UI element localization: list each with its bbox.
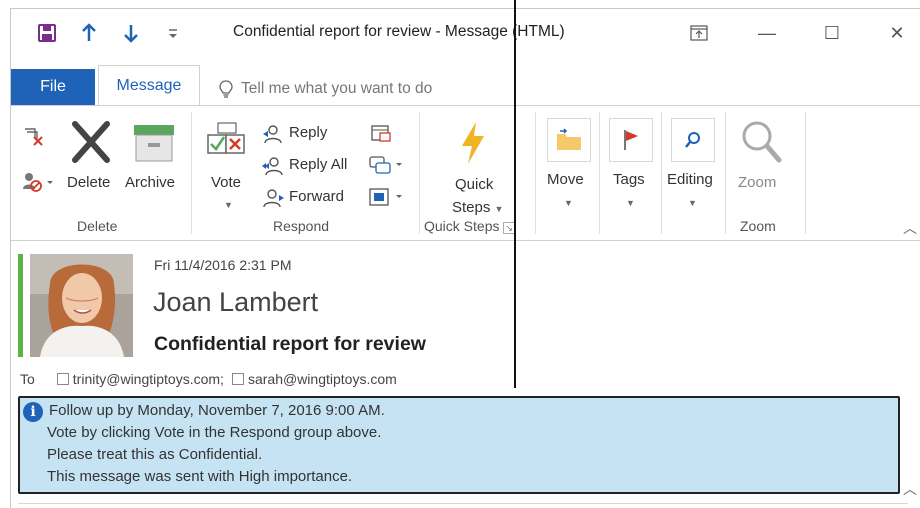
recipients-row: To trinity@wingtiptoys.com; sarah@wingti… — [20, 371, 397, 387]
info-line-importance: This message was sent with High importan… — [47, 468, 353, 485]
find-icon[interactable] — [671, 118, 715, 162]
quick-steps-label-line1[interactable]: Quick — [455, 176, 493, 193]
archive-button[interactable]: Archive — [125, 174, 175, 191]
respond-group-label: Respond — [273, 218, 330, 234]
tags-dropdown-icon[interactable]: ▼ — [626, 198, 635, 208]
message-subject: Confidential report for review — [154, 333, 426, 355]
recipient-checkbox[interactable] — [231, 373, 244, 385]
reply-all-icon — [261, 156, 285, 176]
lightning-bolt-icon[interactable] — [457, 120, 489, 166]
to-label: To — [20, 371, 35, 387]
archive-box-icon[interactable] — [129, 120, 179, 164]
quick-steps-label-line2[interactable]: Steps ▼ — [452, 199, 503, 216]
delete-x-icon[interactable] — [67, 118, 115, 166]
tell-me-text: Tell me what you want to do — [241, 80, 433, 97]
delete-group-label: Delete — [77, 218, 118, 234]
zoom-magnifier-icon[interactable] — [735, 116, 785, 166]
vote-button[interactable]: Vote — [211, 174, 241, 191]
flag-icon[interactable] — [609, 118, 653, 162]
importance-bar — [18, 254, 23, 357]
save-icon[interactable] — [37, 23, 57, 43]
junk-icon[interactable] — [19, 170, 59, 194]
message-header: Fri 11/4/2016 2:31 PM Joan Lambert Confi… — [11, 241, 920, 508]
tell-me-box[interactable]: Tell me what you want to do — [219, 80, 432, 98]
callout-line — [514, 0, 516, 388]
down-arrow-icon[interactable] — [123, 23, 139, 43]
zoom-button[interactable]: Zoom — [738, 174, 776, 191]
tags-button[interactable]: Tags — [613, 171, 645, 188]
up-arrow-icon[interactable] — [81, 23, 97, 43]
meeting-icon[interactable] — [369, 122, 393, 144]
editing-button[interactable]: Editing — [667, 171, 713, 188]
outlook-message-window: Confidential report for review - Message… — [10, 8, 920, 508]
vote-icon[interactable] — [205, 120, 249, 164]
info-line-vote: Vote by clicking Vote in the Respond gro… — [47, 424, 382, 441]
ribbon: Delete Archive Delete Vote ▼ Reply Reply… — [11, 105, 920, 241]
im-reply-icon[interactable] — [367, 154, 407, 176]
group-separator — [725, 112, 726, 234]
ignore-icon[interactable] — [21, 124, 45, 148]
recipient-1[interactable]: trinity@wingtiptoys.com; — [73, 371, 224, 387]
group-separator — [535, 112, 536, 234]
group-separator — [661, 112, 662, 234]
move-folder-icon[interactable] — [547, 118, 591, 162]
info-line-followup: Follow up by Monday, November 7, 2016 9:… — [49, 402, 385, 419]
lightbulb-icon — [219, 80, 233, 98]
tab-file[interactable]: File — [11, 69, 95, 105]
info-bar[interactable]: i Follow up by Monday, November 7, 2016 … — [18, 396, 900, 494]
close-button[interactable]: ✕ — [877, 19, 917, 47]
ribbon-tabs: File Message Tell me what you want to do — [11, 61, 920, 106]
header-divider — [18, 503, 908, 504]
reply-all-button[interactable]: Reply All — [289, 156, 347, 173]
group-separator — [191, 112, 192, 234]
reply-button[interactable]: Reply — [289, 124, 327, 141]
info-icon: i — [23, 402, 43, 422]
group-separator — [599, 112, 600, 234]
ribbon-display-icon[interactable] — [679, 19, 719, 47]
group-separator — [805, 112, 806, 234]
sender-photo — [30, 254, 133, 357]
tab-message[interactable]: Message — [98, 65, 200, 106]
forward-button[interactable]: Forward — [289, 188, 344, 205]
more-respond-icon[interactable] — [367, 186, 407, 208]
customize-qat-icon[interactable] — [167, 23, 179, 43]
maximize-button[interactable]: ☐ — [812, 19, 852, 47]
group-separator — [419, 112, 420, 234]
vote-dropdown-icon[interactable]: ▼ — [224, 200, 233, 210]
editing-dropdown-icon[interactable]: ▼ — [688, 198, 697, 208]
collapse-ribbon-icon[interactable]: ︿ — [903, 218, 917, 238]
zoom-group-label: Zoom — [740, 218, 776, 234]
move-button[interactable]: Move — [547, 171, 584, 188]
info-line-sensitivity: Please treat this as Confidential. — [47, 446, 263, 463]
forward-icon — [261, 188, 285, 208]
quick-steps-group-label: Quick Steps ↘ — [424, 218, 515, 234]
minimize-button[interactable]: — — [747, 19, 787, 47]
sender-name[interactable]: Joan Lambert — [153, 287, 318, 318]
reply-icon — [261, 124, 285, 144]
title-bar: Confidential report for review - Message… — [11, 9, 920, 57]
sent-date: Fri 11/4/2016 2:31 PM — [154, 257, 292, 273]
delete-button[interactable]: Delete — [67, 174, 110, 191]
recipient-checkbox[interactable] — [56, 373, 69, 385]
move-dropdown-icon[interactable]: ▼ — [564, 198, 573, 208]
collapse-header-icon[interactable]: ︿ — [903, 479, 917, 499]
recipient-2[interactable]: sarah@wingtiptoys.com — [248, 371, 397, 387]
